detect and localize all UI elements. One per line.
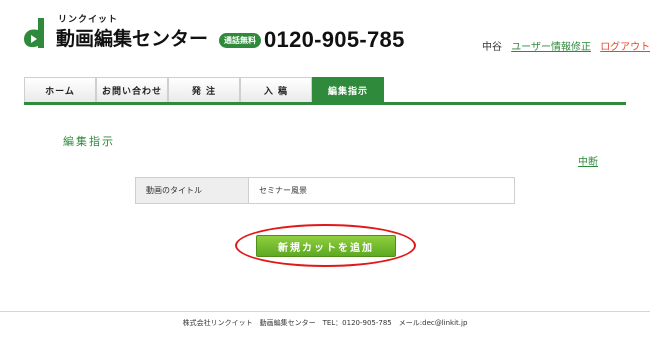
profile-edit-link[interactable]: ユーザー情報修正 <box>511 42 591 53</box>
footer-divider <box>0 311 650 312</box>
video-title-label: 動画のタイトル <box>136 178 249 203</box>
nav-tab-contact[interactable]: お問い合わせ <box>96 77 168 103</box>
video-title-value: セミナー風景 <box>259 186 307 195</box>
logo-title: 動画編集センター <box>56 28 209 50</box>
add-new-cut-button[interactable]: 新規カットを追加 <box>256 235 396 257</box>
nav-tab-order[interactable]: 発 注 <box>168 77 240 103</box>
page-title: 編集指示 <box>63 135 115 148</box>
phone-number: 0120-905-785 <box>264 27 405 52</box>
add-cut-area: 新規カットを追加 <box>235 224 416 267</box>
toll-free-badge: 通話無料 <box>219 33 261 48</box>
user-name: 中谷 <box>482 42 502 53</box>
site-logo[interactable]: リンクイット 動画編集センター <box>22 15 209 51</box>
main-nav: ホーム お問い合わせ 発 注 入 稿 編集指示 <box>24 77 384 103</box>
logo-mark-icon <box>22 18 48 50</box>
user-area: 中谷 ユーザー情報修正 ログアウト <box>482 38 650 53</box>
site-header: リンクイット 動画編集センター 通話無料 0120-905-785 中谷 ユーザ… <box>0 0 650 75</box>
logo-text: リンクイット 動画編集センター <box>56 15 209 51</box>
logout-link[interactable]: ログアウト <box>600 42 650 53</box>
nav-tab-home[interactable]: ホーム <box>24 77 96 103</box>
nav-tab-edit-instructions[interactable]: 編集指示 <box>312 77 384 103</box>
site-footer: 株式会社リンクイット 動画編集センター TEL：0120-905-785 メール… <box>182 319 468 327</box>
nav-tab-upload[interactable]: 入 稿 <box>240 77 312 103</box>
logo-subtitle: リンクイット <box>58 15 119 25</box>
nav-underline <box>24 102 626 105</box>
video-title-row: 動画のタイトル セミナー風景 <box>135 177 515 204</box>
cancel-link[interactable]: 中断 <box>578 153 598 168</box>
